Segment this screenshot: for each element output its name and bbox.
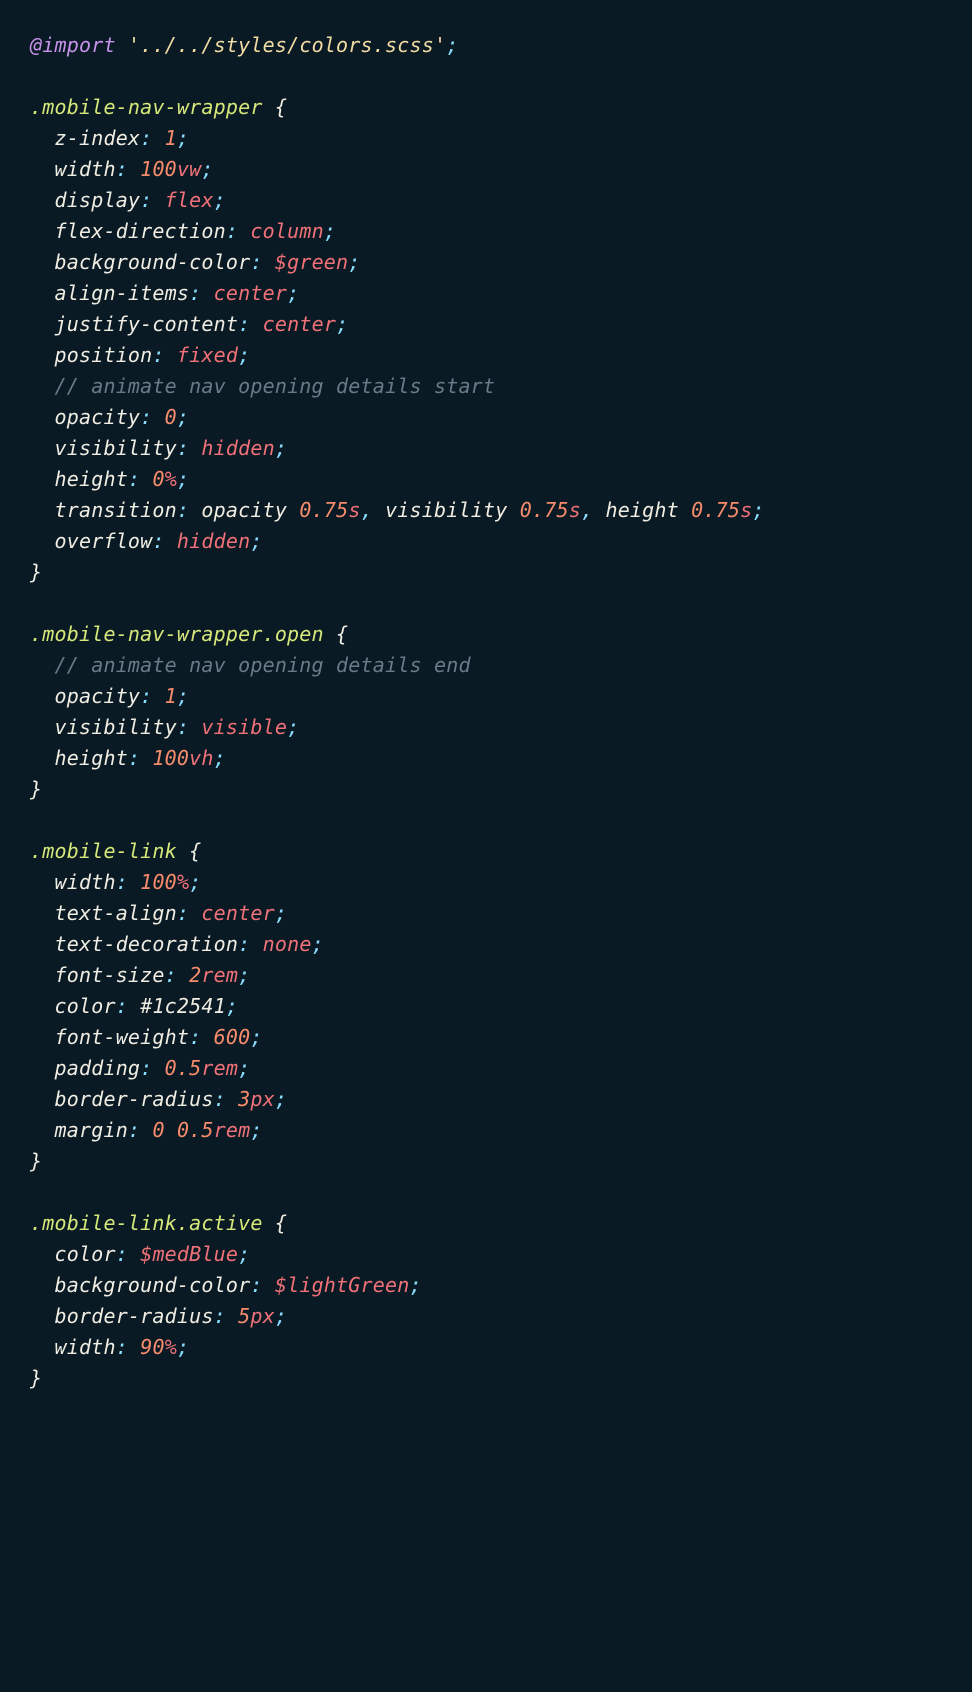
code-block[interactable]: @import '../../styles/colors.scss'; .mob… <box>30 30 942 1394</box>
